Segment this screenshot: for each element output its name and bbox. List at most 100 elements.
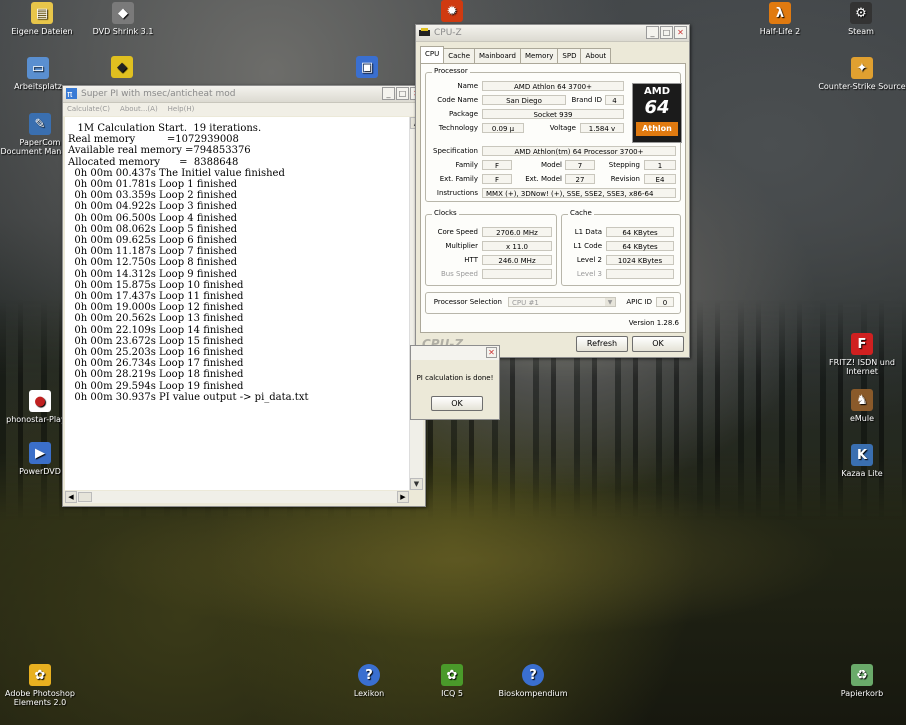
technology-label: Technology [438, 124, 478, 132]
desktop-icon-icq[interactable]: ✿ ICQ 5 [410, 664, 494, 698]
scroll-right-arrow-icon[interactable]: ▶ [397, 491, 409, 503]
family-label: Family [455, 161, 478, 169]
desktop-icon-counter-strike[interactable]: ✦ Counter-Strike Source [818, 57, 906, 91]
refresh-button[interactable]: Refresh [576, 336, 628, 352]
menu-about[interactable]: About...(A) [120, 103, 158, 116]
chevron-down-icon[interactable]: ▼ [605, 298, 615, 306]
menu-calculate[interactable]: Calculate(C) [67, 103, 110, 116]
minimize-button[interactable]: _ [646, 26, 659, 39]
desktop-icon-unnamed-2[interactable]: ▣ [325, 56, 409, 81]
horizontal-scrollbar[interactable]: ◀ ▶ [65, 491, 409, 503]
desktop-icon-half-life[interactable]: λ Half-Life 2 [738, 2, 822, 36]
clocks-group-label: Clocks [432, 209, 459, 217]
desktop-icon-kazaa[interactable]: K Kazaa Lite [820, 444, 904, 478]
desktop-icon-bioskompendium[interactable]: ? Bioskompendium [491, 664, 575, 698]
desktop-icon-label: PowerDVD [19, 467, 61, 476]
l1-code-label: L1 Code [573, 242, 603, 250]
cpuz-window[interactable]: CPU-Z _ □ ✕ CPU Cache Mainboard Memory S… [415, 24, 690, 358]
maximize-button[interactable]: □ [660, 26, 673, 39]
kazaa-icon: K [851, 444, 873, 466]
menu-help[interactable]: Help(H) [168, 103, 195, 116]
output-line: Available real memory =794853376 [68, 145, 251, 157]
tab-cache[interactable]: Cache [443, 48, 476, 64]
amd-athlon64-logo: AMD 64 Athlon [632, 83, 682, 143]
desktop-icon-lexikon[interactable]: ? Lexikon [327, 664, 411, 698]
desktop-icon-unnamed-1[interactable]: ◆ [80, 56, 164, 81]
cpuz-ok-button[interactable]: OK [632, 336, 684, 352]
desktop-icon-label: Papierkorb [840, 689, 884, 698]
papercom-icon: ✎ [29, 113, 51, 135]
desktop-icon-papierkorb[interactable]: ♻ Papierkorb [820, 664, 904, 698]
cpuz-version: Version 1.28.6 [628, 319, 679, 327]
output-line: 0h 00m 11.187s Loop 7 finished [68, 246, 238, 258]
desktop-icon-label: Bioskompendium [498, 689, 568, 698]
desktop-icon-label: FRITZ! ISDN und Internet [829, 358, 895, 376]
selection-group: Processor Selection CPU #1 ▼ APIC ID 0 [425, 292, 681, 314]
close-button[interactable]: ✕ [486, 347, 497, 358]
cache-group: Cache L1 Data 64 KBytes L1 Code 64 KByte… [561, 209, 681, 286]
bus-speed-value [482, 269, 552, 279]
powerdvd-icon: ▶ [29, 442, 51, 464]
output-line: 0h 00m 00.437s The Initiel value finishe… [68, 167, 285, 179]
minimize-button[interactable]: _ [382, 87, 395, 100]
desktop-icon-label: eMule [849, 414, 875, 423]
instructions-label: Instructions [436, 189, 478, 197]
scroll-down-arrow-icon[interactable]: ▼ [410, 478, 423, 490]
superpi-app-icon: π [66, 88, 77, 99]
desktop-icon-label: Eigene Dateien [11, 27, 73, 36]
output-line: 0h 00m 04.922s Loop 3 finished [68, 201, 238, 213]
dvd-shrink-icon: ◆ [112, 2, 134, 24]
desktop-icon-fritz[interactable]: F FRITZ! ISDN und Internet [820, 333, 904, 376]
codename-value: San Diego [482, 95, 566, 105]
output-line: 0h 00m 08.062s Loop 5 finished [68, 223, 238, 235]
level2-value: 1024 KBytes [606, 255, 674, 265]
superpi-titlebar[interactable]: π Super PI with msec/anticheat mod _ □ ✕ [63, 86, 425, 103]
desktop-icon-label: DVD Shrink 3.1 [92, 27, 154, 36]
half-life-icon: λ [769, 2, 791, 24]
pi-done-dialog[interactable]: ✕ PI calculation is done! OK [410, 345, 500, 420]
output-line: 0h 00m 20.562s Loop 13 finished [68, 313, 244, 325]
tab-about[interactable]: About [580, 48, 612, 64]
superpi-window[interactable]: π Super PI with msec/anticheat mod _ □ ✕… [62, 85, 426, 507]
dialog-message: PI calculation is done! [416, 374, 494, 382]
tab-spd[interactable]: SPD [557, 48, 582, 64]
level2-label: Level 2 [576, 256, 602, 264]
photoshop-flower-icon: ✿ [29, 664, 51, 686]
output-line: Real memory =1072939008 [68, 134, 239, 146]
desktop-icon-eigene-dateien[interactable]: ▤ Eigene Dateien [0, 2, 84, 36]
svg-text:π: π [67, 90, 73, 99]
processor-selection-dropdown[interactable]: CPU #1 ▼ [508, 297, 616, 307]
desktop-icon-dvd-shrink[interactable]: ◆ DVD Shrink 3.1 [81, 2, 165, 36]
tab-mainboard[interactable]: Mainboard [474, 48, 521, 64]
desktop-icon-label: Lexikon [353, 689, 385, 698]
cpuz-tabs: CPU Cache Mainboard Memory SPD About [420, 46, 612, 64]
desktop-icon-emule[interactable]: ♞ eMule [820, 389, 904, 423]
output-line: 0h 00m 17.437s Loop 11 finished [68, 291, 244, 303]
desktop-icon-steam[interactable]: ⚙ Steam [819, 2, 903, 36]
close-button[interactable]: ✕ [674, 26, 687, 39]
apic-id-value: 0 [656, 297, 674, 307]
desktop-icon-unnamed-3[interactable]: ✹ [410, 0, 494, 25]
output-line: 0h 00m 19.000s Loop 12 finished [68, 302, 244, 314]
processor-group-label: Processor [432, 67, 470, 75]
emule-icon: ♞ [851, 389, 873, 411]
l1-code-value: 64 KBytes [606, 241, 674, 251]
tab-memory[interactable]: Memory [519, 48, 559, 64]
steam-icon: ⚙ [850, 2, 872, 24]
dialog-ok-button[interactable]: OK [431, 396, 483, 411]
output-line: 0h 00m 29.594s Loop 19 finished [68, 380, 244, 392]
output-line: 0h 00m 25.203s Loop 16 finished [68, 347, 244, 359]
tab-cpu[interactable]: CPU [420, 46, 445, 64]
desktop-icon-photoshop[interactable]: ✿ Adobe Photoshop Elements 2.0 [0, 664, 80, 707]
scroll-thumb[interactable] [78, 492, 92, 502]
htt-label: HTT [464, 256, 478, 264]
desktop-icon-label: ICQ 5 [441, 689, 463, 698]
scroll-left-arrow-icon[interactable]: ◀ [65, 491, 77, 503]
maximize-button[interactable]: □ [396, 87, 409, 100]
output-line: 0h 00m 28.219s Loop 18 finished [68, 369, 244, 381]
cpuz-titlebar[interactable]: CPU-Z _ □ ✕ [416, 25, 689, 42]
dialog-titlebar[interactable]: ✕ [411, 346, 499, 360]
output-line: 0h 00m 12.750s Loop 8 finished [68, 257, 238, 269]
extmodel-label: Ext. Model [525, 175, 562, 183]
brandid-value: 4 [605, 95, 624, 105]
